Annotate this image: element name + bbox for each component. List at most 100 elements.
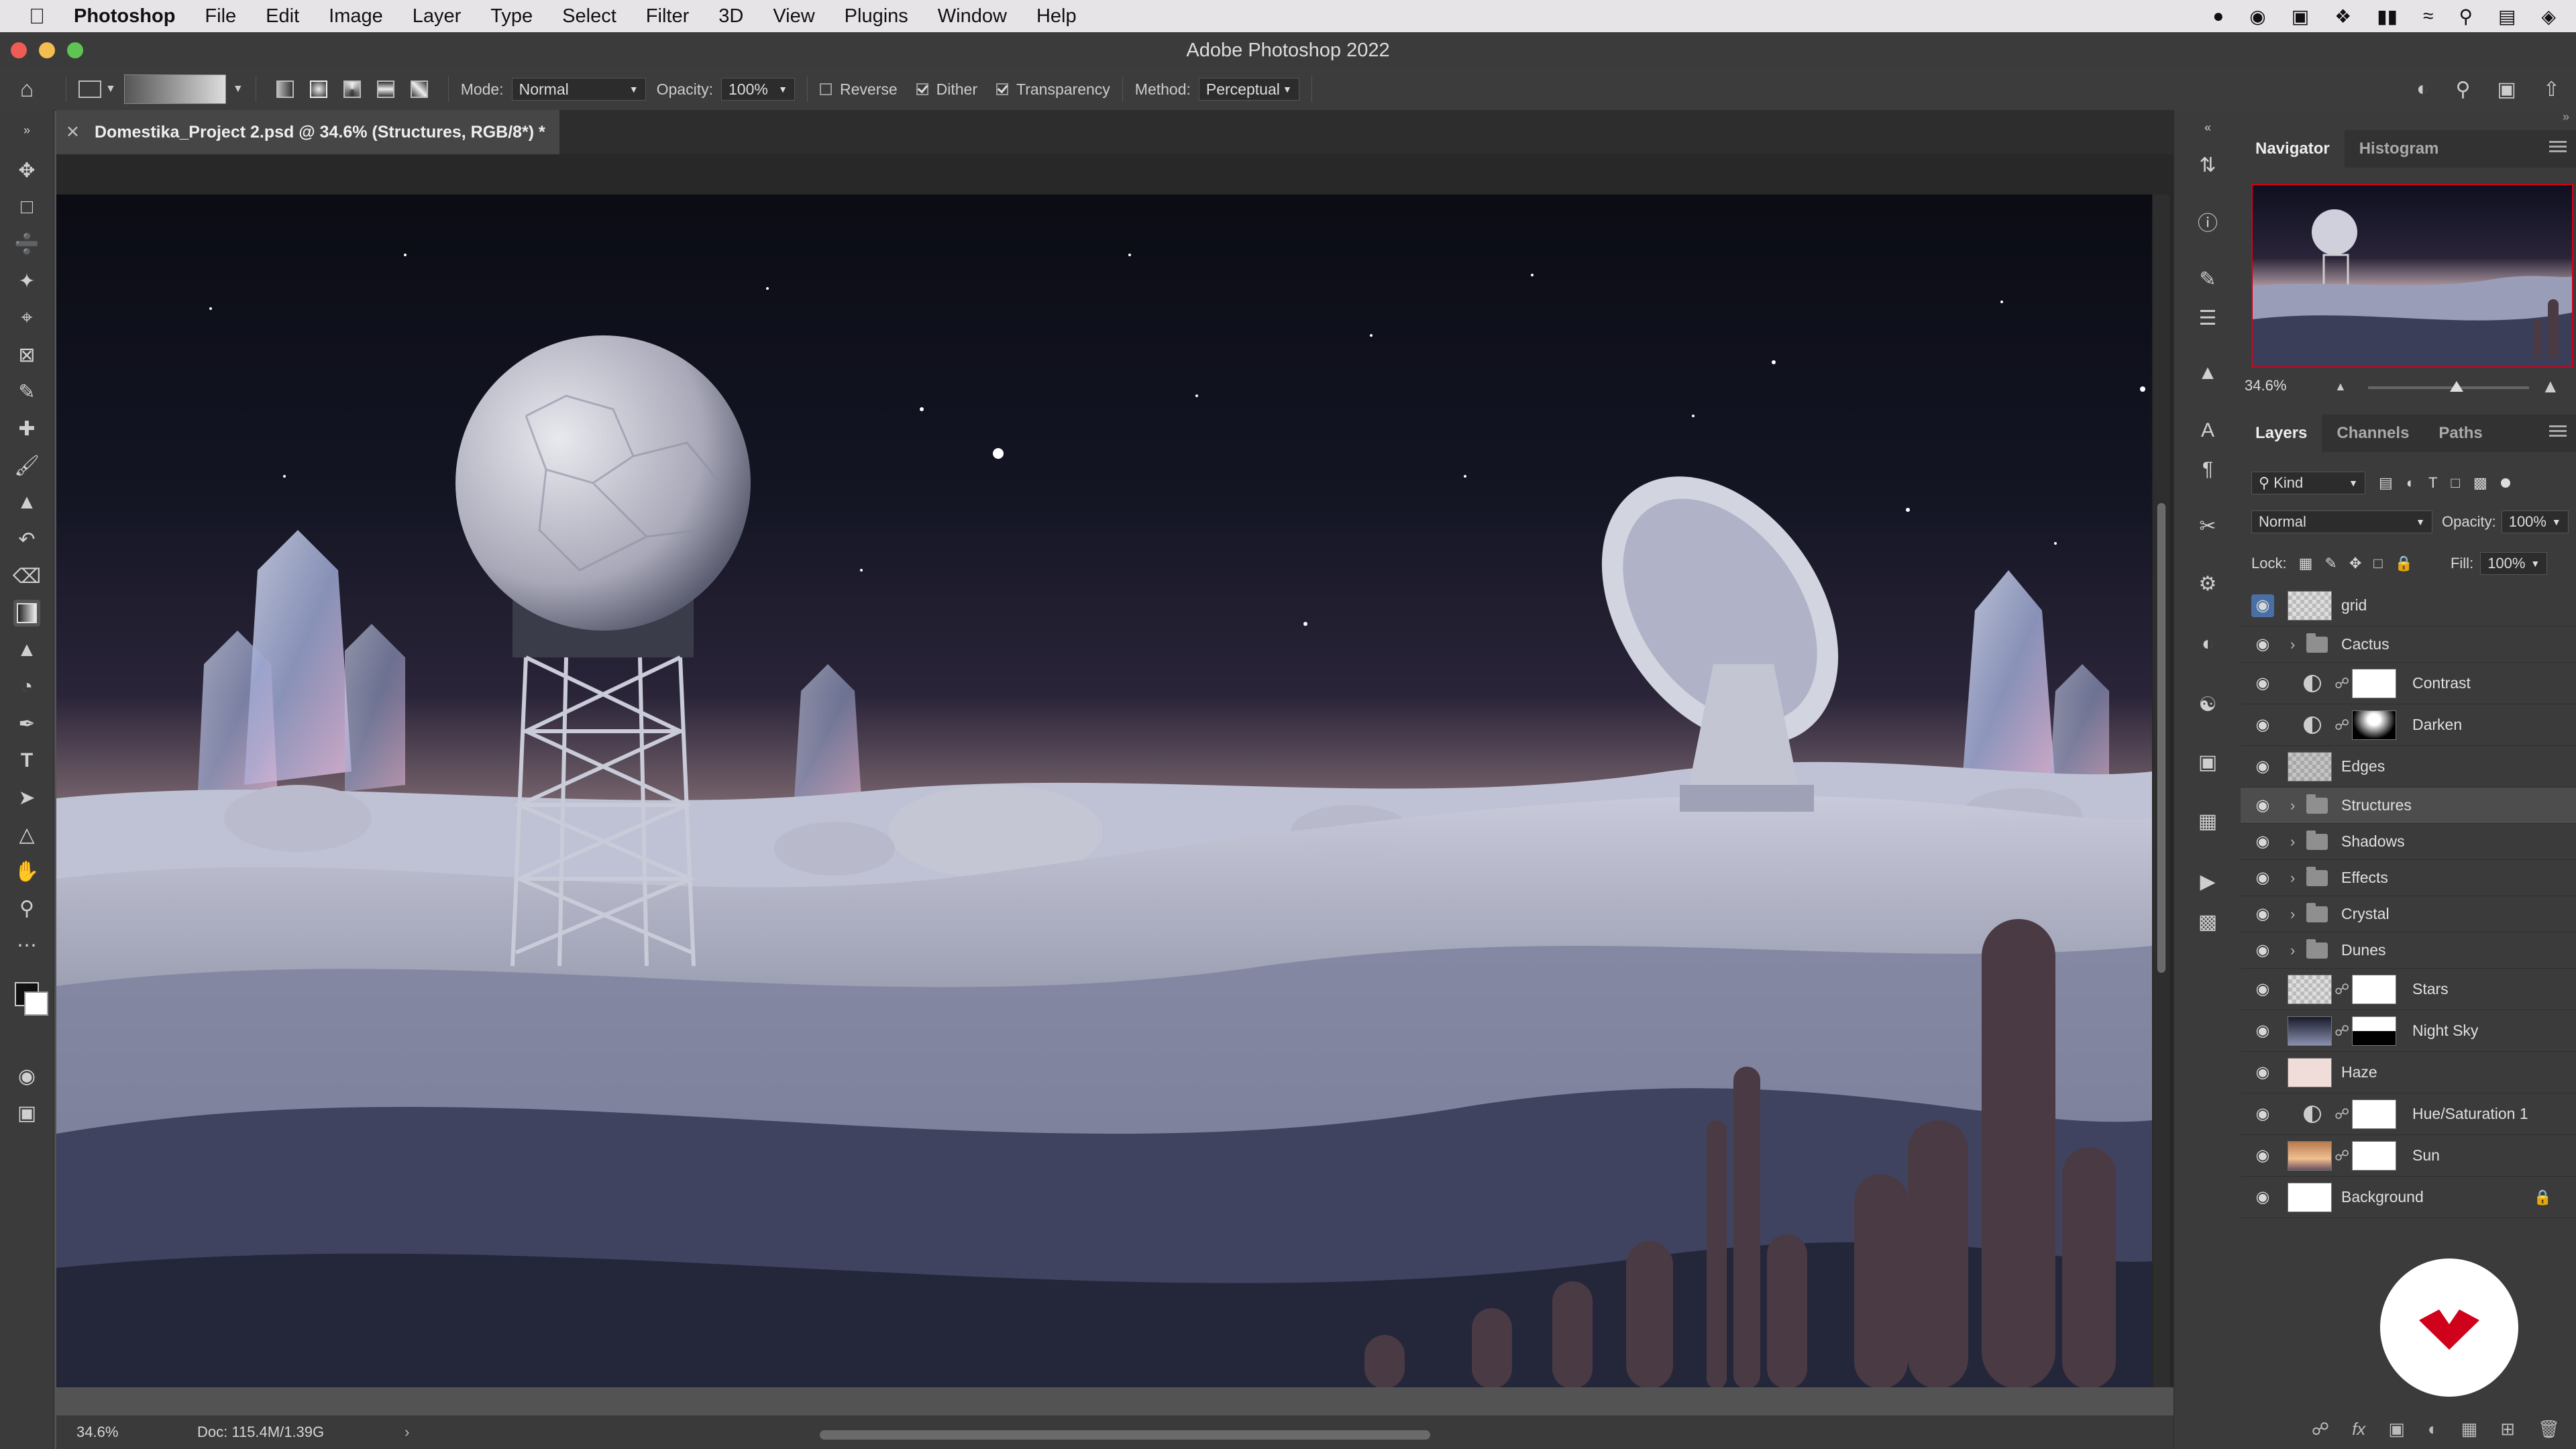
actions-panel-icon[interactable]: ▶ bbox=[2194, 868, 2221, 895]
link-icon[interactable]: ☍ bbox=[2334, 675, 2349, 692]
paragraph-panel-icon[interactable]: ¶ bbox=[2194, 456, 2221, 483]
visibility-eye-icon[interactable]: ◉ bbox=[2251, 594, 2274, 617]
adjustments-panel-icon[interactable]: ⚙ bbox=[2194, 570, 2221, 597]
character-panel-icon[interactable]: A bbox=[2194, 417, 2221, 444]
creative-cloud-icon[interactable]: ● bbox=[2212, 5, 2224, 27]
layer-row-contrast[interactable]: ◉ ☍ Contrast bbox=[2241, 663, 2576, 704]
menu-3d[interactable]: 3D bbox=[718, 5, 743, 28]
search-icon[interactable]: ⚲ bbox=[2459, 5, 2473, 28]
visibility-eye-icon[interactable]: ◉ bbox=[2251, 633, 2274, 656]
lock-artboard-icon[interactable]: □ bbox=[2373, 555, 2382, 572]
move-tool-icon[interactable]: ✥ bbox=[13, 157, 40, 184]
history-panel-icon[interactable]: ⇅ bbox=[2194, 152, 2221, 178]
visibility-eye-icon[interactable]: ◉ bbox=[2251, 1186, 2274, 1209]
tab-channels[interactable]: Channels bbox=[2322, 415, 2424, 452]
sync-icon[interactable]: ◉ bbox=[2249, 5, 2265, 28]
add-mask-icon[interactable]: ▣ bbox=[2388, 1419, 2405, 1440]
visibility-eye-icon[interactable]: ◉ bbox=[2251, 939, 2274, 962]
vertical-scrollbar[interactable] bbox=[2153, 195, 2169, 1387]
mode-select[interactable]: Normal ▼ bbox=[511, 78, 646, 101]
home-icon[interactable]: ⌂ bbox=[0, 76, 54, 103]
expand-panels-icon[interactable]: » bbox=[2241, 110, 2576, 130]
layer-row-background[interactable]: ◉ Background 🔒 bbox=[2241, 1177, 2576, 1218]
visibility-eye-icon[interactable]: ◉ bbox=[2251, 1103, 2274, 1126]
more-tools-icon[interactable]: ⋯ bbox=[13, 932, 40, 959]
expand-group-icon[interactable]: › bbox=[2290, 636, 2295, 653]
menu-type[interactable]: Type bbox=[490, 5, 533, 28]
lock-icon[interactable]: 🔒 bbox=[2534, 1189, 2552, 1206]
navigator-zoom-slider[interactable] bbox=[2368, 381, 2529, 392]
layer-mask-thumbnail[interactable] bbox=[2352, 974, 2396, 1004]
crop-tool-icon[interactable]: ⌖ bbox=[13, 305, 40, 331]
method-select[interactable]: Perceptual ▼ bbox=[1198, 78, 1299, 101]
path-selection-tool-icon[interactable]: ➤ bbox=[13, 784, 40, 811]
menu-plugins[interactable]: Plugins bbox=[845, 5, 908, 28]
expand-group-icon[interactable]: › bbox=[2290, 797, 2295, 814]
filter-smart-object-icon[interactable]: ▩ bbox=[2473, 474, 2487, 492]
filter-toggle-icon[interactable] bbox=[2500, 478, 2510, 488]
chevron-down-icon[interactable]: ▼ bbox=[105, 83, 116, 95]
expand-group-icon[interactable]: › bbox=[2290, 906, 2295, 923]
layer-row-crystal[interactable]: ◉ › Crystal bbox=[2241, 896, 2576, 932]
marquee-tool-icon[interactable]: □ bbox=[13, 194, 40, 221]
visibility-eye-icon[interactable]: ◉ bbox=[2251, 1144, 2274, 1167]
brush-settings-icon[interactable]: ✎ bbox=[2194, 266, 2221, 292]
swatches-panel-icon[interactable]: ▣ bbox=[2194, 749, 2221, 775]
expand-group-icon[interactable]: › bbox=[2290, 942, 2295, 959]
lock-all-icon[interactable]: 🔒 bbox=[2395, 555, 2413, 572]
screen-mode-icon[interactable]: ▣ bbox=[13, 1099, 40, 1126]
tab-paths[interactable]: Paths bbox=[2424, 415, 2497, 452]
zoom-out-icon[interactable]: ▲ bbox=[2334, 380, 2347, 394]
quick-selection-tool-icon[interactable]: ✦ bbox=[13, 268, 40, 294]
control-center-icon[interactable]: ▤ bbox=[2498, 5, 2516, 28]
tab-layers[interactable]: Layers bbox=[2241, 415, 2322, 452]
navigator-zoom-value[interactable]: 34.6% bbox=[2245, 377, 2286, 394]
filter-pixel-icon[interactable]: ▤ bbox=[2379, 474, 2393, 492]
filter-shape-icon[interactable]: □ bbox=[2451, 474, 2460, 492]
layer-row-effects[interactable]: ◉ › Effects bbox=[2241, 860, 2576, 896]
menu-select[interactable]: Select bbox=[562, 5, 616, 28]
menu-app-name[interactable]: Photoshop bbox=[74, 5, 175, 28]
lock-position-icon[interactable]: ✥ bbox=[2349, 555, 2361, 572]
menu-file[interactable]: File bbox=[205, 5, 236, 28]
visibility-eye-icon[interactable]: ◉ bbox=[2251, 794, 2274, 817]
layer-row-haze[interactable]: ◉ Haze bbox=[2241, 1052, 2576, 1093]
visibility-eye-icon[interactable]: ◉ bbox=[2251, 978, 2274, 1001]
history-brush-tool-icon[interactable]: ↶ bbox=[13, 526, 40, 553]
close-window-button[interactable] bbox=[11, 42, 27, 58]
menu-filter[interactable]: Filter bbox=[646, 5, 689, 28]
visibility-eye-icon[interactable]: ◉ bbox=[2251, 714, 2274, 737]
menu-window[interactable]: Window bbox=[938, 5, 1007, 28]
visibility-eye-icon[interactable]: ◉ bbox=[2251, 755, 2274, 778]
layer-mask-thumbnail[interactable] bbox=[2352, 710, 2396, 740]
layer-mask-thumbnail[interactable] bbox=[2352, 1016, 2396, 1046]
menu-help[interactable]: Help bbox=[1036, 5, 1077, 28]
minimize-window-button[interactable] bbox=[39, 42, 55, 58]
eyedropper-tool-icon[interactable]: ✎ bbox=[13, 378, 40, 405]
angle-gradient-icon[interactable] bbox=[343, 80, 361, 98]
expand-group-icon[interactable]: › bbox=[2290, 869, 2295, 887]
frame-tool-icon[interactable]: ⊠ bbox=[13, 341, 40, 368]
search-icon[interactable]: ⚲ bbox=[2456, 78, 2471, 101]
siri-icon[interactable]: ◈ bbox=[2541, 5, 2556, 28]
chevron-right-icon[interactable]: › bbox=[405, 1424, 409, 1441]
navigator-menu-icon[interactable] bbox=[2549, 141, 2567, 154]
layer-row-sun[interactable]: ◉ ☍ Sun bbox=[2241, 1135, 2576, 1177]
new-layer-icon[interactable]: ⊞ bbox=[2500, 1419, 2515, 1440]
reflected-gradient-icon[interactable] bbox=[376, 80, 394, 98]
layer-row-hue-saturation[interactable]: ◉ ☍ Hue/Saturation 1 bbox=[2241, 1093, 2576, 1135]
lasso-tool-icon[interactable]: ➗ bbox=[13, 231, 40, 258]
chevron-down-icon[interactable]: ▼ bbox=[233, 83, 244, 95]
eraser-tool-icon[interactable]: ⌫ bbox=[13, 563, 41, 590]
layer-style-icon[interactable]: fx bbox=[2352, 1419, 2365, 1440]
layer-row-edges[interactable]: ◉ Edges bbox=[2241, 746, 2576, 788]
tools-panel-icon[interactable]: ✂ bbox=[2194, 513, 2221, 539]
zoom-slider-knob[interactable] bbox=[2450, 381, 2463, 392]
fill-field[interactable]: 100% ▼ bbox=[2480, 552, 2548, 575]
layers-menu-icon[interactable] bbox=[2549, 425, 2567, 439]
navigator-thumbnail[interactable] bbox=[2251, 184, 2573, 368]
healing-brush-tool-icon[interactable]: ✚ bbox=[13, 415, 40, 442]
new-group-icon[interactable]: ▦ bbox=[2461, 1419, 2478, 1440]
clone-stamp-tool-icon[interactable]: ▲ bbox=[13, 489, 40, 516]
layer-row-stars[interactable]: ◉ ☍ Stars bbox=[2241, 969, 2576, 1010]
